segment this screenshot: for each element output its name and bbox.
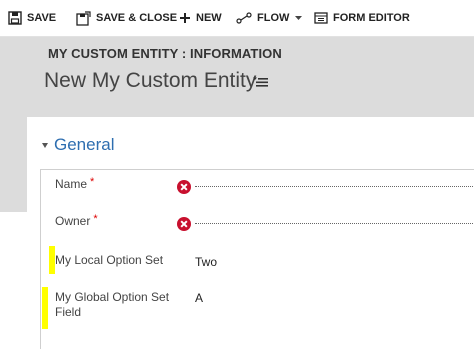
form-editor-label: FORM EDITOR	[333, 12, 410, 24]
general-section: General Name * Owner * My Local Option Set…	[28, 117, 474, 349]
section-toggle[interactable]: General	[42, 135, 114, 155]
global-option-set-label: My Global Option Set Field	[55, 290, 169, 320]
highlight-marker	[42, 287, 48, 329]
save-button[interactable]: SAVE	[8, 0, 56, 36]
flow-button[interactable]: FLOW	[236, 0, 303, 36]
page-title: New My Custom Entity	[44, 69, 257, 92]
new-button[interactable]: NEW	[179, 0, 222, 36]
required-marker: *	[93, 213, 98, 225]
chevron-down-icon	[295, 15, 303, 21]
command-bar: SAVE SAVE & CLOSE NEW FLOW FORM EDITOR	[0, 0, 474, 37]
section-title: General	[54, 135, 115, 154]
save-icon	[8, 11, 22, 25]
form-selector[interactable]: MY CUSTOM ENTITY : INFORMATION	[48, 46, 282, 61]
flow-icon	[236, 12, 252, 24]
form-editor-icon	[314, 12, 328, 24]
new-label: NEW	[196, 12, 222, 24]
flow-label: FLOW	[257, 12, 290, 24]
collapse-arrow-icon	[42, 143, 48, 148]
save-close-button[interactable]: SAVE & CLOSE	[76, 0, 177, 36]
name-label-text: Name	[55, 177, 88, 191]
error-icon	[177, 217, 191, 231]
local-option-set-value[interactable]: Two	[195, 255, 217, 269]
form-editor-button[interactable]: FORM EDITOR	[314, 0, 410, 36]
save-close-label: SAVE & CLOSE	[96, 12, 178, 24]
form-header: MY CUSTOM ENTITY : INFORMATION New My Cu…	[0, 37, 474, 117]
local-option-set-label: My Local Option Set	[55, 253, 164, 267]
plus-icon	[179, 12, 191, 24]
required-marker: *	[90, 176, 95, 188]
owner-lookup[interactable]	[195, 223, 474, 224]
owner-label: Owner *	[55, 213, 98, 230]
record-menu-icon[interactable]	[253, 75, 268, 93]
side-panel	[0, 117, 27, 212]
name-label: Name *	[55, 176, 95, 193]
global-option-set-label-line1: My Global Option Set	[55, 290, 170, 304]
name-input[interactable]	[195, 186, 474, 187]
save-label: SAVE	[27, 12, 57, 24]
field-list: Name * Owner * My Local Option Set Two My …	[40, 169, 474, 349]
global-option-set-label-line2: Field	[55, 305, 82, 319]
error-icon	[177, 180, 191, 194]
global-option-set-value[interactable]: A	[195, 291, 203, 305]
owner-label-text: Owner	[55, 214, 91, 228]
save-close-icon	[76, 10, 91, 26]
